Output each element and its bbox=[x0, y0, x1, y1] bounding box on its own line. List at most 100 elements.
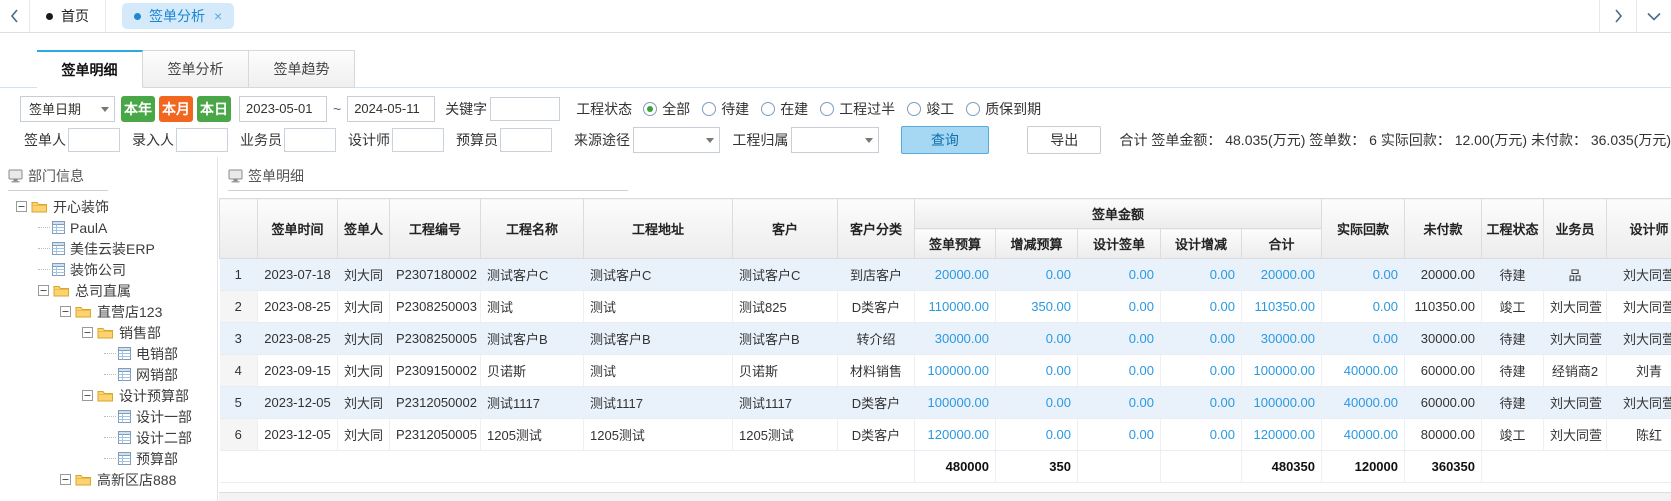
table-row[interactable]: 6 2023-12-05 刘大同 P2312050005 1205测试 1205… bbox=[220, 419, 1671, 451]
export-button[interactable]: 导出 bbox=[1027, 126, 1101, 154]
tree-item[interactable]: PaulA bbox=[0, 217, 217, 238]
tree-item[interactable]: 设计一部 bbox=[0, 406, 217, 427]
col-salesperson[interactable]: 业务员 bbox=[1544, 199, 1607, 259]
source-select[interactable] bbox=[633, 127, 720, 153]
tree-item[interactable]: 预算部 bbox=[0, 448, 217, 469]
cell-sign-budget[interactable]: 100000.00 bbox=[915, 387, 996, 419]
col-project-no[interactable]: 工程编号 bbox=[390, 199, 481, 259]
person-field-input[interactable] bbox=[392, 128, 444, 152]
cell-actual-payment[interactable]: 0.00 bbox=[1322, 291, 1405, 323]
col-design-change[interactable]: 设计增减 bbox=[1161, 229, 1242, 259]
cell-budget-change[interactable]: 0.00 bbox=[996, 323, 1078, 355]
cell-budget-change[interactable]: 0.00 bbox=[996, 355, 1078, 387]
date-type-select[interactable]: 签单日期 bbox=[20, 96, 115, 122]
tree-item[interactable]: 高新区店888 bbox=[0, 469, 217, 490]
cell-actual-payment[interactable]: 40000.00 bbox=[1322, 387, 1405, 419]
tab-list-button[interactable] bbox=[1636, 0, 1671, 32]
cell-total[interactable]: 20000.00 bbox=[1242, 259, 1322, 291]
tree-item[interactable]: 销售部 bbox=[0, 322, 217, 343]
table-row[interactable]: 5 2023-12-05 刘大同 P2312050002 测试1117 测试11… bbox=[220, 387, 1671, 419]
window-tab-home[interactable]: 首页 bbox=[30, 0, 106, 32]
cell-total[interactable]: 30000.00 bbox=[1242, 323, 1322, 355]
page-tab[interactable]: 签单趋势 bbox=[249, 50, 355, 88]
back-button[interactable] bbox=[0, 0, 30, 32]
tree-item[interactable]: 直营店123 bbox=[0, 301, 217, 322]
query-button[interactable]: 查询 bbox=[901, 126, 989, 154]
cell-sign-budget[interactable]: 120000.00 bbox=[915, 419, 996, 451]
col-sign-time[interactable]: 签单时间 bbox=[258, 199, 338, 259]
cell-total[interactable]: 100000.00 bbox=[1242, 355, 1322, 387]
col-project-name[interactable]: 工程名称 bbox=[481, 199, 584, 259]
col-project-address[interactable]: 工程地址 bbox=[584, 199, 733, 259]
col-designer[interactable]: 设计师 bbox=[1607, 199, 1671, 259]
cell-design-sign[interactable]: 0.00 bbox=[1078, 419, 1161, 451]
cell-design-sign[interactable]: 0.00 bbox=[1078, 291, 1161, 323]
tree-item[interactable]: 设计预算部 bbox=[0, 385, 217, 406]
status-radio[interactable]: 质保到期 bbox=[966, 99, 1041, 119]
col-customer-category[interactable]: 客户分类 bbox=[838, 199, 915, 259]
tree-expander-icon[interactable] bbox=[82, 390, 93, 401]
tree-item[interactable]: 开心装饰 bbox=[0, 196, 217, 217]
status-radio[interactable]: 待建 bbox=[702, 99, 749, 119]
status-radio[interactable]: 竣工 bbox=[907, 99, 954, 119]
col-total[interactable]: 合计 bbox=[1242, 229, 1322, 259]
col-sign-budget[interactable]: 签单预算 bbox=[915, 229, 996, 259]
col-project-status[interactable]: 工程状态 bbox=[1482, 199, 1544, 259]
tree-expander-icon[interactable] bbox=[60, 306, 71, 317]
status-radio[interactable]: 在建 bbox=[761, 99, 808, 119]
date-to-input[interactable] bbox=[347, 96, 435, 122]
cell-sign-budget[interactable]: 30000.00 bbox=[915, 323, 996, 355]
col-actual-payment[interactable]: 实际回款 bbox=[1322, 199, 1405, 259]
tree-item[interactable]: 设计二部 bbox=[0, 427, 217, 448]
cell-budget-change[interactable]: 350.00 bbox=[996, 291, 1078, 323]
col-signer[interactable]: 签单人 bbox=[338, 199, 390, 259]
table-row[interactable]: 3 2023-08-25 刘大同 P2308250005 测试客户B 测试客户B… bbox=[220, 323, 1671, 355]
cell-sign-budget[interactable]: 20000.00 bbox=[915, 259, 996, 291]
date-from-input[interactable] bbox=[239, 96, 327, 122]
tree-item[interactable]: 装饰公司 bbox=[0, 259, 217, 280]
tree-expander-icon[interactable] bbox=[60, 474, 71, 485]
person-field-input[interactable] bbox=[176, 128, 228, 152]
tree-item[interactable]: 电销部 bbox=[0, 343, 217, 364]
cell-actual-payment[interactable]: 40000.00 bbox=[1322, 355, 1405, 387]
cell-design-sign[interactable]: 0.00 bbox=[1078, 387, 1161, 419]
cell-design-change[interactable]: 0.00 bbox=[1161, 419, 1242, 451]
status-radio[interactable]: 工程过半 bbox=[820, 99, 895, 119]
cell-total[interactable]: 100000.00 bbox=[1242, 387, 1322, 419]
tree-item[interactable]: 总司直属 bbox=[0, 280, 217, 301]
cell-design-change[interactable]: 0.00 bbox=[1161, 259, 1242, 291]
cell-design-sign[interactable]: 0.00 bbox=[1078, 355, 1161, 387]
cell-budget-change[interactable]: 0.00 bbox=[996, 259, 1078, 291]
cell-budget-change[interactable]: 0.00 bbox=[996, 419, 1078, 451]
cell-sign-budget[interactable]: 110000.00 bbox=[915, 291, 996, 323]
tree-expander-icon[interactable] bbox=[82, 327, 93, 338]
table-row[interactable]: 1 2023-07-18 刘大同 P2307180002 测试客户C 测试客户C… bbox=[220, 259, 1671, 291]
quick-range-button[interactable]: 本年 bbox=[121, 96, 155, 122]
status-radio[interactable]: 全部 bbox=[643, 99, 690, 119]
cell-design-change[interactable]: 0.00 bbox=[1161, 355, 1242, 387]
col-unpaid[interactable]: 未付款 bbox=[1405, 199, 1482, 259]
col-customer[interactable]: 客户 bbox=[733, 199, 838, 259]
cell-sign-budget[interactable]: 100000.00 bbox=[915, 355, 996, 387]
col-design-sign[interactable]: 设计签单 bbox=[1078, 229, 1161, 259]
tree-item[interactable]: 美佳云装ERP bbox=[0, 238, 217, 259]
cell-design-change[interactable]: 0.00 bbox=[1161, 291, 1242, 323]
keyword-input[interactable] bbox=[490, 97, 560, 121]
quick-range-button[interactable]: 本日 bbox=[197, 96, 231, 122]
tree-item[interactable]: 网销部 bbox=[0, 364, 217, 385]
cell-total[interactable]: 110350.00 bbox=[1242, 291, 1322, 323]
cell-actual-payment[interactable]: 0.00 bbox=[1322, 323, 1405, 355]
close-tab-icon[interactable]: × bbox=[214, 8, 222, 24]
cell-budget-change[interactable]: 0.00 bbox=[996, 387, 1078, 419]
quick-range-button[interactable]: 本月 bbox=[159, 96, 193, 122]
page-tab[interactable]: 签单明细 bbox=[37, 50, 143, 88]
person-field-input[interactable] bbox=[284, 128, 336, 152]
cell-actual-payment[interactable]: 0.00 bbox=[1322, 259, 1405, 291]
cell-design-sign[interactable]: 0.00 bbox=[1078, 323, 1161, 355]
table-row[interactable]: 4 2023-09-15 刘大同 P2309150002 贝诺斯 测试 贝诺斯 … bbox=[220, 355, 1671, 387]
cell-actual-payment[interactable]: 40000.00 bbox=[1322, 419, 1405, 451]
col-budget-change[interactable]: 增减预算 bbox=[996, 229, 1078, 259]
table-row[interactable]: 2 2023-08-25 刘大同 P2308250003 测试 测试 测试825… bbox=[220, 291, 1671, 323]
pagination-strip[interactable] bbox=[219, 492, 1671, 501]
forward-button[interactable] bbox=[1599, 0, 1636, 32]
